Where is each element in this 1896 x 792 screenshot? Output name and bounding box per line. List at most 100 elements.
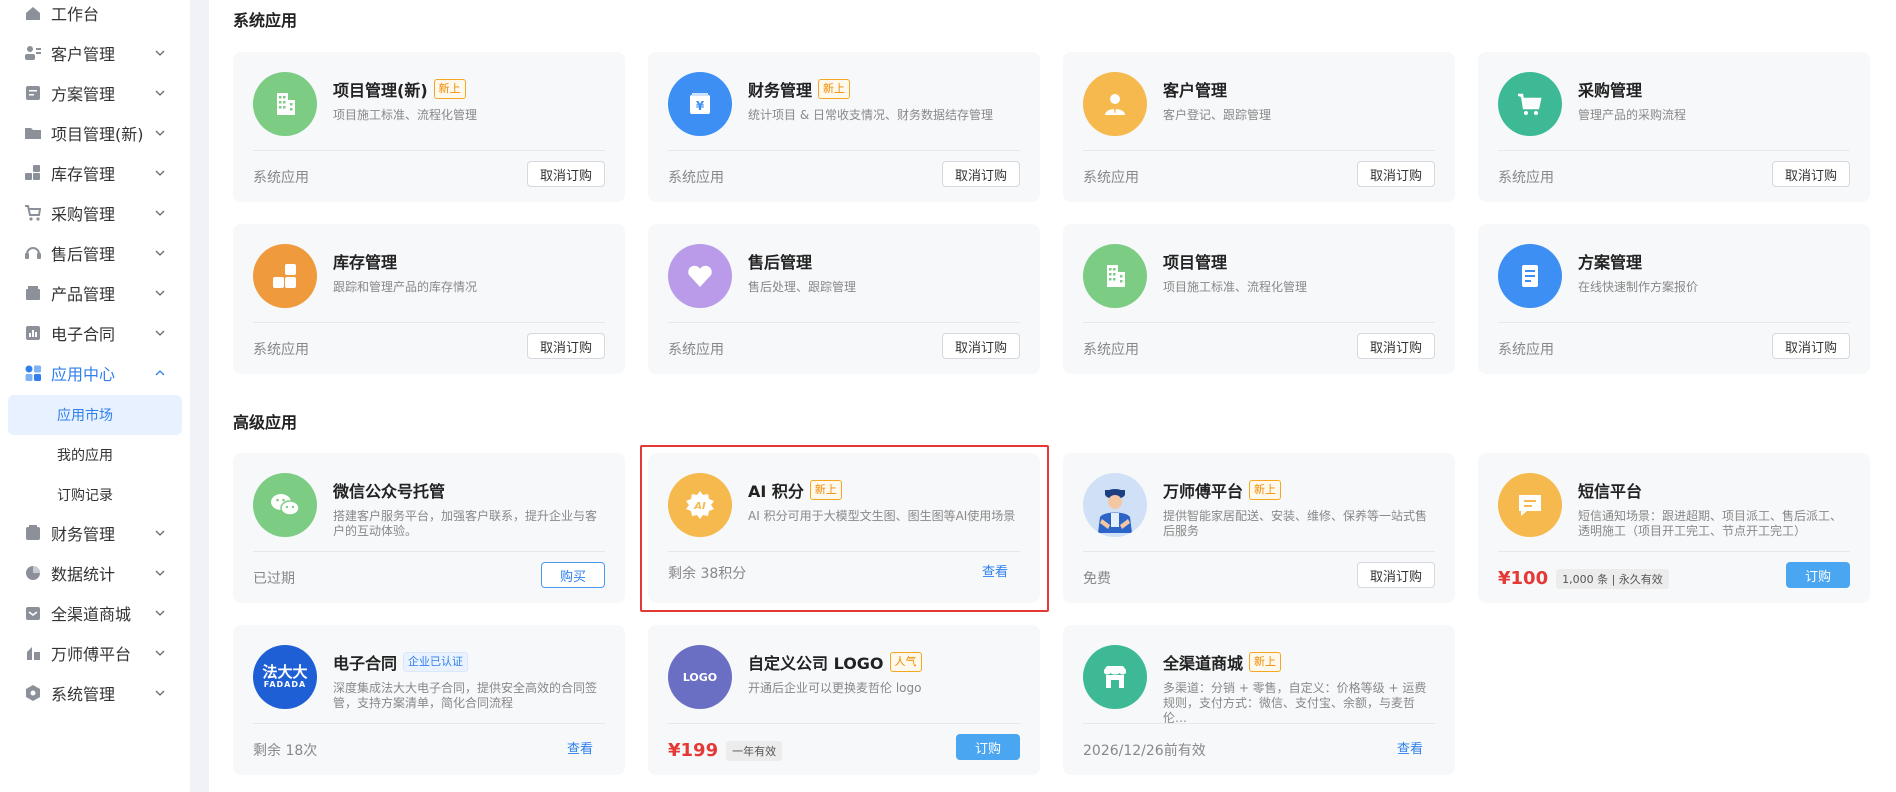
app-name: 自定义公司 LOGO 人气 (748, 650, 922, 674)
sidebar-item-contract[interactable]: 电子合同 (0, 313, 190, 353)
app-description: 管理产品的采购流程 (1578, 108, 1687, 122)
price-tag: 一年有效 (726, 740, 783, 761)
sidebar-item-customer[interactable]: 客户管理 (0, 33, 190, 73)
price: ¥199 (668, 740, 719, 761)
app-card: 项目管理 项目施工标准、流程化管理 系统应用 取消订购 (1063, 224, 1455, 374)
sidebar-item-app-center[interactable]: 应用中心 (0, 353, 190, 393)
logo-text: 法大大 (262, 663, 308, 681)
sidebar-item-label: 售后管理 (51, 245, 116, 264)
app-card: 全渠道商城 新上 多渠道：分销 + 零售，自定义：价格等级 + 运费规则，支付方式… (1063, 625, 1455, 775)
app-name: 方案管理 (1578, 253, 1643, 272)
app-footnote: 系统应用 (253, 342, 309, 358)
new-badge: 新上 (1249, 652, 1282, 672)
chevron-down-icon (155, 570, 165, 576)
fadada-logo-icon: 法大大 FADADA (253, 645, 317, 709)
app-description: 提供智能家居配送、安装、维修、保养等一站式售后服务 (1163, 509, 1428, 538)
app-card: 客户管理 客户登记、跟踪管理 系统应用 取消订购 (1063, 52, 1455, 202)
app-footnote: 系统应用 (668, 342, 724, 358)
sidebar-item-label: 电子合同 (51, 325, 116, 344)
order-button[interactable]: 订购 (956, 734, 1020, 760)
app-name: 全渠道商城 新上 (1163, 650, 1282, 674)
unsubscribe-button[interactable]: 取消订购 (1772, 161, 1850, 187)
app-name-text: 自定义公司 LOGO (748, 654, 884, 673)
app-description: 搭建客户服务平台，加强客户联系，提升企业与客户的互动体验。 (333, 509, 598, 538)
new-badge: 新上 (433, 79, 466, 99)
buy-button[interactable]: 购买 (541, 562, 605, 588)
sidebar-sub-app-market[interactable]: 应用市场 (8, 395, 182, 435)
chevron-down-icon (155, 90, 165, 96)
unsubscribe-button[interactable]: 取消订购 (1772, 333, 1850, 359)
verified-badge: 企业已认证 (403, 652, 469, 672)
sidebar-item-product[interactable]: 产品管理 (0, 273, 190, 313)
app-description: 在线快速制作方案报价 (1578, 280, 1699, 294)
divider (1083, 723, 1435, 724)
chevron-down-icon (155, 130, 165, 136)
new-badge: 新上 (1249, 480, 1282, 500)
unsubscribe-button[interactable]: 取消订购 (942, 161, 1020, 187)
sidebar-item-statistics[interactable]: 数据统计 (0, 553, 190, 593)
apps-icon (24, 364, 42, 382)
sidebar-item-workbench[interactable]: 工作台 (0, 0, 190, 33)
unsubscribe-button[interactable]: 取消订购 (1357, 562, 1435, 588)
view-link[interactable]: 查看 (555, 734, 605, 760)
content-gutter (190, 0, 209, 792)
app-description: 售后处理、跟踪管理 (748, 280, 857, 294)
app-name: 项目管理 (1163, 253, 1228, 272)
sidebar-item-aftersale[interactable]: 售后管理 (0, 233, 190, 273)
divider (253, 551, 605, 552)
sidebar-sub-order-records[interactable]: 订购记录 (8, 475, 182, 515)
price-row: ¥199 一年有效 (668, 740, 783, 761)
product-icon (24, 284, 42, 302)
app-footnote: 2026/12/26前有效 (1083, 743, 1206, 759)
sidebar-item-omni-mall[interactable]: 全渠道商城 (0, 593, 190, 633)
unsubscribe-button[interactable]: 取消订购 (942, 333, 1020, 359)
sidebar-item-inventory[interactable]: 库存管理 (0, 153, 190, 193)
chevron-down-icon (155, 610, 165, 616)
app-name: 短信平台 (1578, 482, 1643, 501)
app-card: 方案管理 在线快速制作方案报价 系统应用 取消订购 (1478, 224, 1870, 374)
sidebar-sub-label: 我的应用 (57, 448, 113, 464)
app-description: 项目施工标准、流程化管理 (333, 108, 478, 122)
app-description: 统计项目 & 日常收支情况、财务数据结存管理 (748, 108, 993, 122)
message-icon (1498, 473, 1562, 537)
app-description: 客户登记、跟踪管理 (1163, 108, 1272, 122)
order-button[interactable]: 订购 (1786, 562, 1850, 588)
chevron-up-icon (155, 370, 165, 376)
sidebar-item-finance[interactable]: 财务管理 (0, 513, 190, 553)
logo-subtext: FADADA (263, 680, 307, 689)
unsubscribe-button[interactable]: 取消订购 (1357, 333, 1435, 359)
sidebar-sub-label: 订购记录 (57, 488, 113, 504)
inventory-icon (24, 164, 42, 182)
divider (253, 150, 605, 151)
app-description: 项目施工标准、流程化管理 (1163, 280, 1308, 294)
cart-icon (1498, 72, 1562, 136)
sidebar-item-label: 应用中心 (51, 365, 116, 384)
sidebar-item-project-new[interactable]: 项目管理(新) (0, 113, 190, 153)
divider (1083, 150, 1435, 151)
sidebar-item-label: 库存管理 (51, 165, 116, 184)
divider (1083, 322, 1435, 323)
sidebar-item-purchase[interactable]: 采购管理 (0, 193, 190, 233)
sidebar-item-label: 采购管理 (51, 205, 116, 224)
app-name: 库存管理 (333, 253, 398, 272)
worker-icon (24, 644, 42, 662)
price-tag: 1,000 条 | 永久有效 (1556, 568, 1669, 589)
new-badge: 新上 (818, 79, 851, 99)
chevron-down-icon (155, 290, 165, 296)
view-link[interactable]: 查看 (1385, 734, 1435, 760)
unsubscribe-button[interactable]: 取消订购 (527, 333, 605, 359)
app-footnote: 已过期 (253, 571, 295, 587)
sidebar-item-label: 数据统计 (51, 565, 116, 584)
app-footnote: 剩余 18次 (253, 743, 318, 759)
divider (253, 723, 605, 724)
folder-icon (24, 124, 42, 142)
yuan-icon: ¥ (668, 72, 732, 136)
sidebar-item-wanshifu[interactable]: 万师傅平台 (0, 633, 190, 673)
app-card: 项目管理(新) 新上 项目施工标准、流程化管理 系统应用 取消订购 (233, 52, 625, 202)
unsubscribe-button[interactable]: 取消订购 (527, 161, 605, 187)
sidebar-item-plan[interactable]: 方案管理 (0, 73, 190, 113)
sidebar-item-system[interactable]: 系统管理 (0, 673, 190, 713)
app-name: 采购管理 (1578, 81, 1643, 100)
unsubscribe-button[interactable]: 取消订购 (1357, 161, 1435, 187)
sidebar-sub-my-apps[interactable]: 我的应用 (8, 435, 182, 475)
